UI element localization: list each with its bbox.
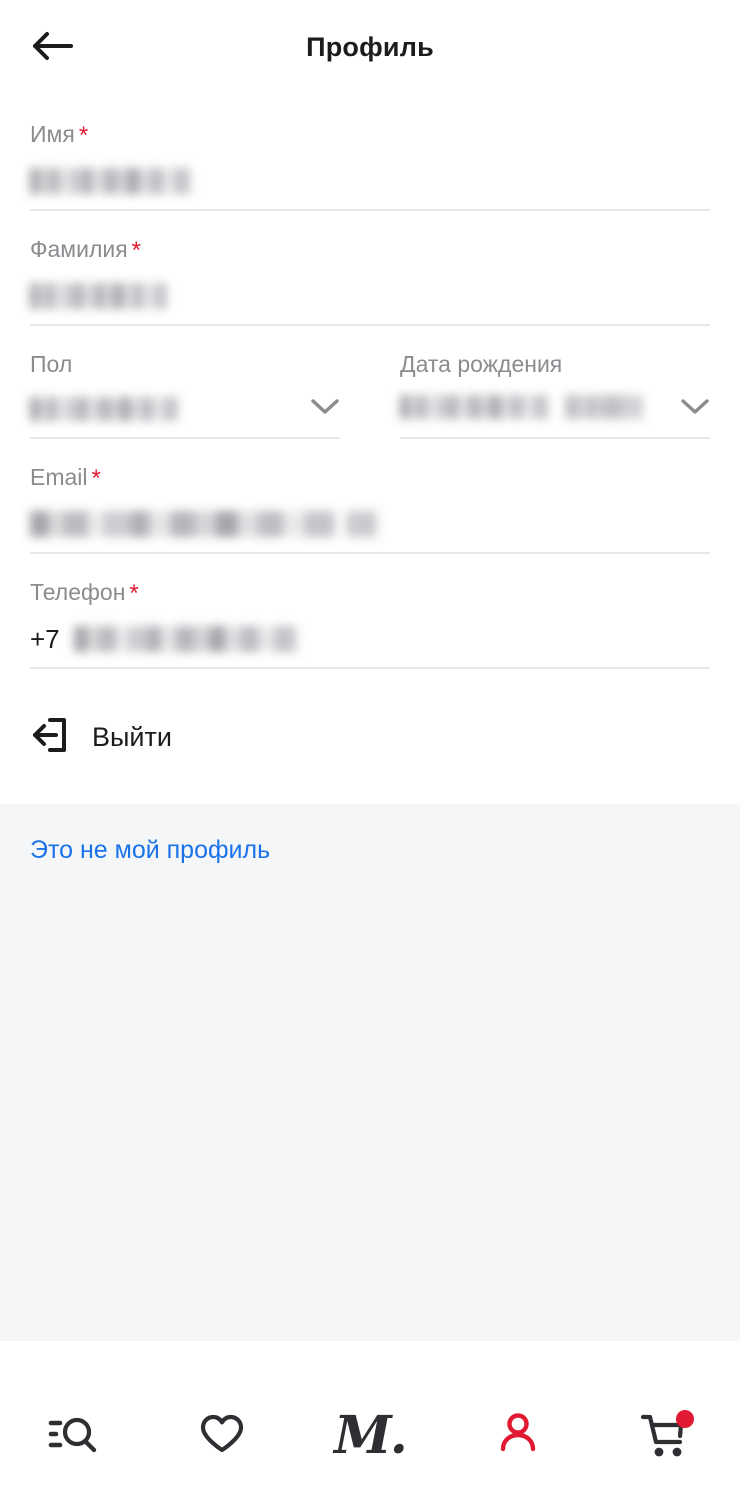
redacted-value bbox=[30, 511, 335, 537]
redacted-value-year bbox=[566, 394, 643, 419]
label-text: Email bbox=[30, 464, 88, 490]
logout-icon bbox=[30, 717, 70, 758]
field-birth-date[interactable]: Дата рождения bbox=[400, 326, 710, 439]
secondary-actions-panel: Это не мой профиль bbox=[0, 804, 740, 1341]
chevron-down-icon[interactable] bbox=[310, 398, 340, 421]
nav-item-catalog[interactable] bbox=[0, 1378, 148, 1494]
bottom-navigation-bar: М. bbox=[0, 1378, 740, 1494]
redacted-value bbox=[30, 397, 178, 421]
redacted-value-tld bbox=[347, 511, 377, 537]
label-text: Имя bbox=[30, 121, 75, 147]
profile-screen: Профиль Имя * Фамилия * Пол Дата рождени… bbox=[0, 0, 740, 1494]
field-label-phone: Телефон * bbox=[30, 578, 710, 608]
phone-country-prefix: +7 bbox=[30, 623, 60, 654]
logo-m-icon: М. bbox=[334, 1405, 408, 1466]
select-gender[interactable] bbox=[30, 391, 340, 427]
search-list-icon bbox=[48, 1411, 100, 1462]
chevron-down-icon[interactable] bbox=[680, 398, 710, 421]
required-asterisk: * bbox=[131, 237, 142, 264]
field-label-first-name: Имя * bbox=[30, 120, 710, 150]
field-row-gender-birthdate: Пол Дата рождения bbox=[30, 326, 710, 439]
label-text: Фамилия bbox=[30, 236, 128, 262]
nav-item-cart[interactable] bbox=[592, 1378, 740, 1494]
page-title: Профиль bbox=[306, 32, 434, 62]
field-gender[interactable]: Пол bbox=[30, 326, 340, 439]
input-last-name[interactable] bbox=[30, 278, 710, 314]
redacted-value-date bbox=[400, 394, 548, 419]
input-email[interactable] bbox=[30, 506, 710, 542]
field-gender-column: Пол bbox=[30, 326, 340, 439]
field-label-last-name: Фамилия * bbox=[30, 235, 710, 265]
field-last-name[interactable]: Фамилия * bbox=[30, 211, 710, 326]
field-birthdate-column: Дата рождения bbox=[400, 326, 710, 439]
field-first-name[interactable]: Имя * bbox=[30, 96, 710, 211]
nav-item-favorites[interactable] bbox=[148, 1378, 296, 1494]
required-asterisk: * bbox=[129, 580, 139, 607]
field-email[interactable]: Email * bbox=[30, 439, 710, 554]
select-birth-date[interactable] bbox=[400, 391, 710, 427]
logout-button[interactable]: Выйти bbox=[0, 669, 740, 804]
redacted-value-group bbox=[400, 394, 643, 424]
redacted-value bbox=[73, 626, 296, 652]
required-asterisk: * bbox=[91, 465, 101, 492]
not-my-profile-link[interactable]: Это не мой профиль bbox=[30, 836, 270, 865]
redacted-value bbox=[30, 283, 167, 309]
required-asterisk: * bbox=[78, 122, 89, 149]
nav-item-home[interactable]: М. bbox=[296, 1378, 444, 1494]
profile-form: Имя * Фамилия * Пол Дата рождения Email … bbox=[0, 96, 740, 669]
redacted-value bbox=[30, 168, 190, 194]
field-label-birth-date: Дата рождения bbox=[400, 351, 563, 377]
label-text: Телефон bbox=[30, 579, 126, 605]
input-phone[interactable]: +7 bbox=[30, 621, 710, 657]
heart-icon bbox=[198, 1412, 246, 1461]
person-icon bbox=[495, 1411, 541, 1462]
field-label-gender: Пол bbox=[30, 351, 73, 377]
field-label-email: Email * bbox=[30, 463, 710, 493]
nav-item-profile[interactable] bbox=[444, 1378, 592, 1494]
logout-label: Выйти bbox=[92, 722, 172, 752]
app-header: Профиль bbox=[0, 0, 740, 96]
input-first-name[interactable] bbox=[30, 163, 710, 199]
field-phone[interactable]: Телефон * +7 bbox=[30, 554, 710, 669]
cart-icon bbox=[640, 1410, 694, 1460]
cart-badge bbox=[676, 1410, 694, 1428]
